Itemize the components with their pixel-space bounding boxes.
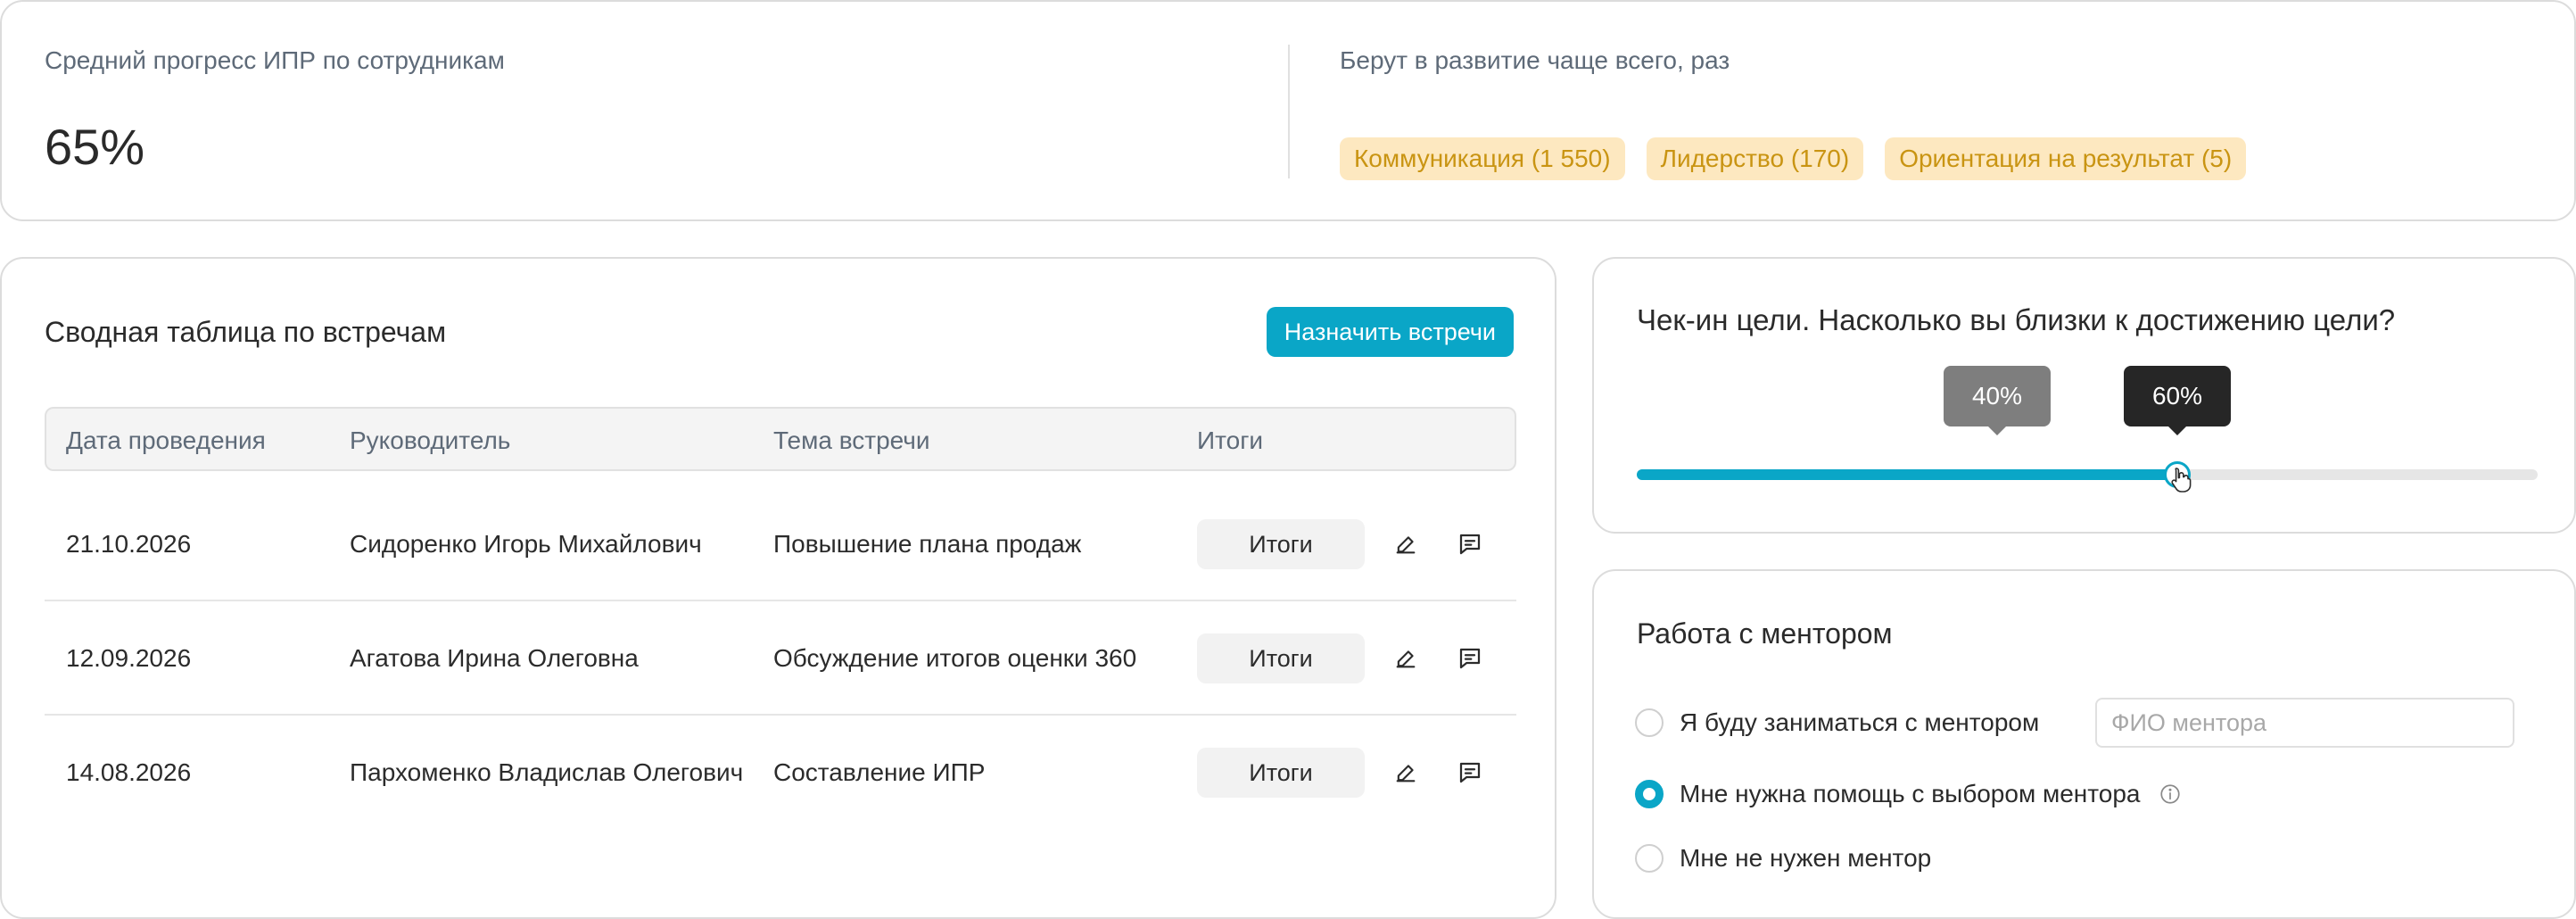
meetings-title: Сводная таблица по встречам — [45, 316, 447, 348]
meetings-card: Сводная таблица по встречам Назначить вс… — [0, 257, 1556, 919]
current-value-tooltip: 60% — [2124, 366, 2231, 435]
meeting-topic: Повышение плана продаж — [773, 530, 1082, 558]
comment-icon[interactable] — [1452, 526, 1488, 562]
meeting-lead: Сидоренко Игорь Михайлович — [350, 530, 702, 558]
meeting-date: 14.08.2026 — [66, 758, 192, 786]
avg-progress-value: 65% — [45, 119, 145, 175]
mentor-option-self[interactable]: Я буду заниматься с ментором — [1635, 705, 2039, 741]
mentor-title: Работа с ментором — [1637, 617, 1893, 650]
meeting-lead: Агатова Ирина Олеговна — [350, 644, 639, 672]
progress-slider-track[interactable] — [1637, 461, 2538, 488]
mentor-option-label: Мне нужна помощь с выбором ментора — [1680, 780, 2141, 807]
progress-slider-fill — [1637, 469, 2177, 480]
avg-progress-title: Средний прогресс ИПР по сотрудникам — [45, 46, 505, 74]
meeting-date: 21.10.2026 — [66, 530, 192, 558]
mentor-option-need-help[interactable]: Мне нужна помощь с выбором ментора — [1635, 776, 2182, 812]
mentor-option-label: Я буду заниматься с ментором — [1680, 708, 2040, 736]
current-value-label: 60% — [2151, 382, 2203, 410]
table-row: 14.08.2026 Пархоменко Владислав Олегович… — [45, 716, 1516, 830]
radio-button[interactable] — [1635, 708, 1664, 737]
radio-button-selected[interactable] — [1635, 780, 1664, 808]
edit-icon[interactable] — [1388, 755, 1424, 791]
radio-button[interactable] — [1635, 844, 1664, 873]
meeting-topic: Обсуждение итогов оценки 360 — [773, 644, 1137, 672]
competency-tag: Ориентация на результат (5) — [1885, 137, 2247, 180]
edit-icon[interactable] — [1388, 526, 1424, 562]
column-header-result: Итоги — [1197, 426, 1264, 454]
results-button[interactable]: Итоги — [1197, 633, 1365, 683]
table-header: Дата проведения Руководитель Тема встреч… — [45, 407, 1516, 471]
mentor-card: Работа с ментором Я буду заниматься с ме… — [1592, 569, 2576, 919]
goal-checkin-card: Чек-ин цели. Насколько вы близки к дости… — [1592, 257, 2576, 534]
assign-meetings-button[interactable]: Назначить встречи — [1266, 307, 1514, 357]
mentor-option-none[interactable]: Мне не нужен ментор — [1635, 840, 1931, 876]
stats-card: Средний прогресс ИПР по сотрудникам 65% … — [0, 0, 2576, 221]
comment-icon[interactable] — [1452, 755, 1488, 791]
meeting-lead: Пархоменко Владислав Олегович — [350, 758, 744, 786]
mentor-name-input[interactable] — [2095, 698, 2514, 748]
previous-value-label: 40% — [1971, 382, 2023, 410]
edit-icon[interactable] — [1388, 641, 1424, 676]
comment-icon[interactable] — [1452, 641, 1488, 676]
hand-cursor-icon — [2169, 466, 2192, 497]
table-row: 21.10.2026 Сидоренко Игорь Михайлович По… — [45, 487, 1516, 601]
mentor-option-label: Мне не нужен ментор — [1680, 844, 1932, 872]
meeting-topic: Составление ИПР — [773, 758, 986, 786]
column-header-lead: Руководитель — [350, 426, 511, 454]
competency-tag: Лидерство (170) — [1646, 137, 1864, 180]
stats-divider — [1288, 45, 1290, 178]
column-header-topic: Тема встречи — [773, 426, 930, 454]
popular-competencies-title: Берут в развитие чаще всего, раз — [1340, 46, 1730, 74]
table-row: 12.09.2026 Агатова Ирина Олеговна Обсужд… — [45, 601, 1516, 716]
checkin-title: Чек-ин цели. Насколько вы близки к дости… — [1637, 303, 2396, 336]
results-button[interactable]: Итоги — [1197, 748, 1365, 798]
info-icon[interactable] — [2159, 782, 2182, 806]
results-button[interactable]: Итоги — [1197, 519, 1365, 569]
competency-tags: Коммуникация (1 550) Лидерство (170) Ори… — [1340, 137, 2247, 180]
previous-value-tooltip: 40% — [1944, 366, 2051, 435]
meeting-date: 12.09.2026 — [66, 644, 192, 672]
column-header-date: Дата проведения — [66, 426, 266, 454]
competency-tag: Коммуникация (1 550) — [1340, 137, 1625, 180]
